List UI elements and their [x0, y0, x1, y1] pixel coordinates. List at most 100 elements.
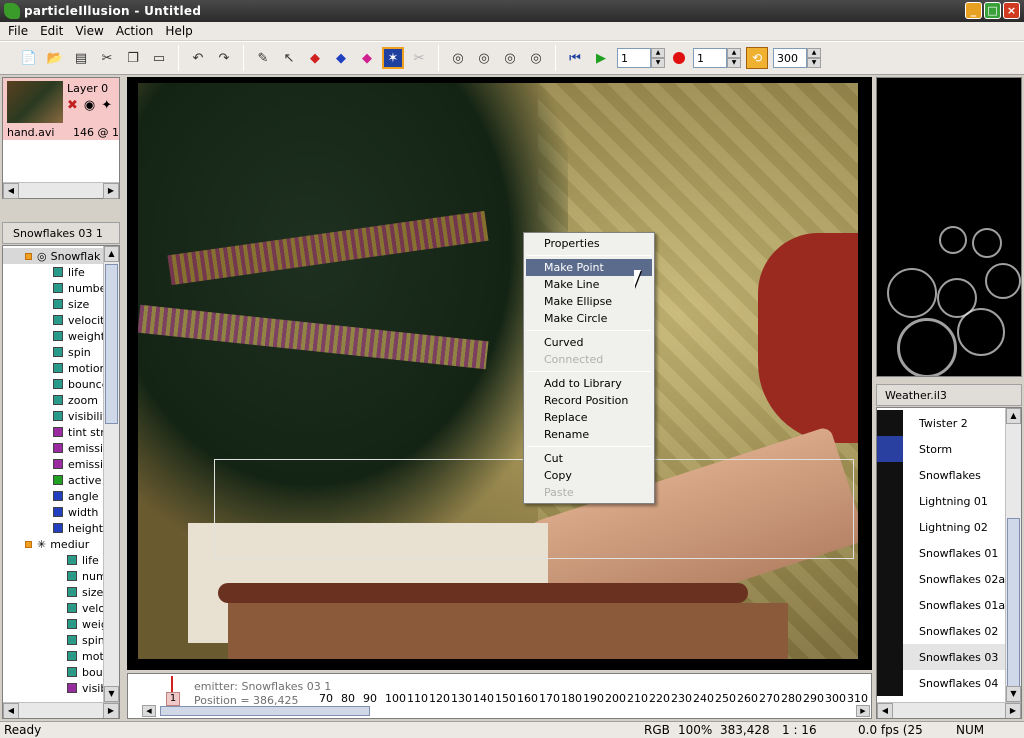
tree-item[interactable]: velo: [3, 600, 119, 616]
emitter-tree-vscroll[interactable]: ▲ ▼: [103, 246, 119, 718]
tree-item[interactable]: tint str: [3, 424, 119, 440]
record-icon[interactable]: [673, 52, 685, 64]
tree-item[interactable]: visibilit: [3, 408, 119, 424]
frame-start-spinner[interactable]: ▲▼: [617, 48, 665, 68]
tree-item[interactable]: weight: [3, 328, 119, 344]
menu-item-record-position[interactable]: Record Position: [526, 392, 652, 409]
menu-help[interactable]: Help: [159, 24, 198, 38]
nav-right-icon[interactable]: ◎: [525, 47, 547, 69]
save-icon[interactable]: ▤: [70, 47, 92, 69]
folder-icon[interactable]: [25, 252, 32, 260]
frame-end-input[interactable]: [773, 48, 807, 68]
paste-icon[interactable]: ▭: [148, 47, 170, 69]
library-item[interactable]: Snowflakes 01a: [877, 592, 1021, 618]
layer-target-icon[interactable]: ◉: [84, 98, 95, 113]
minimize-button[interactable]: _: [965, 2, 982, 19]
tree-item[interactable]: numbe: [3, 280, 119, 296]
pink-layer-icon[interactable]: ◆: [356, 47, 378, 69]
menu-item-copy[interactable]: Copy: [526, 467, 652, 484]
library-item[interactable]: Lightning 02: [877, 514, 1021, 540]
library-item[interactable]: Snowflakes 02: [877, 618, 1021, 644]
tree-item[interactable]: ◎ Snowflak: [3, 248, 119, 264]
tree-item[interactable]: size: [3, 584, 119, 600]
tree-item[interactable]: spin: [3, 344, 119, 360]
library-item[interactable]: Snowflakes 03: [877, 644, 1021, 670]
tree-item[interactable]: visib: [3, 680, 119, 696]
timeline[interactable]: 1 emitter: Snowflakes 03 1 Position = 38…: [127, 673, 872, 719]
menu-file[interactable]: File: [2, 24, 34, 38]
tree-item[interactable]: active: [3, 472, 119, 488]
blue-layer-icon[interactable]: ◆: [330, 47, 352, 69]
new-icon[interactable]: 📄: [18, 47, 40, 69]
layer-hscroll[interactable]: ◀ ▶: [3, 182, 119, 199]
menu-item-rename[interactable]: Rename: [526, 426, 652, 443]
tree-item[interactable]: weig: [3, 616, 119, 632]
tree-item[interactable]: emissi: [3, 440, 119, 456]
rewind-icon[interactable]: ⏮: [564, 47, 586, 69]
menu-item-curved[interactable]: Curved: [526, 334, 652, 351]
tree-item[interactable]: angle: [3, 488, 119, 504]
timeline-hscroll[interactable]: ◀ ▶: [142, 705, 870, 717]
library-hscroll[interactable]: ◀ ▶: [877, 702, 1021, 718]
tree-item[interactable]: num: [3, 568, 119, 584]
frame-current-spinner[interactable]: ▲▼: [693, 48, 741, 68]
tree-item[interactable]: spin: [3, 632, 119, 648]
tree-item[interactable]: motion: [3, 360, 119, 376]
nav-left-icon[interactable]: ◎: [447, 47, 469, 69]
tree-item[interactable]: bou: [3, 664, 119, 680]
cut-icon[interactable]: ✂: [96, 47, 118, 69]
open-icon[interactable]: 📂: [44, 47, 66, 69]
menu-item-cut[interactable]: Cut: [526, 450, 652, 467]
tree-item[interactable]: velocit: [3, 312, 119, 328]
layer-star-icon[interactable]: ✦: [101, 98, 112, 113]
frame-current-input[interactable]: [693, 48, 727, 68]
play-icon[interactable]: ▶: [590, 47, 612, 69]
library-item[interactable]: Lightning 01: [877, 488, 1021, 514]
library-item[interactable]: Snowflakes 01: [877, 540, 1021, 566]
nav-up-icon[interactable]: ◎: [473, 47, 495, 69]
copy-icon[interactable]: ❐: [122, 47, 144, 69]
tree-item[interactable]: life: [3, 264, 119, 280]
menu-item-make-circle[interactable]: Make Circle: [526, 310, 652, 327]
tree-item[interactable]: mot: [3, 648, 119, 664]
close-button[interactable]: ×: [1003, 2, 1020, 19]
stage-viewport[interactable]: [127, 77, 872, 670]
menu-view[interactable]: View: [69, 24, 109, 38]
frame-start-input[interactable]: [617, 48, 651, 68]
menu-item-add-to-library[interactable]: Add to Library: [526, 375, 652, 392]
library-item[interactable]: Snowflakes: [877, 462, 1021, 488]
folder-icon[interactable]: [25, 540, 32, 548]
pen-tool-icon[interactable]: ✎: [252, 47, 274, 69]
tree-item[interactable]: bounce: [3, 376, 119, 392]
tree-item[interactable]: height: [3, 520, 119, 536]
layer-mask-icon[interactable]: ✖: [67, 98, 78, 113]
library-vscroll[interactable]: ▲ ▼: [1005, 408, 1021, 718]
tree-item[interactable]: emissi: [3, 456, 119, 472]
select-tool-icon[interactable]: ↖: [278, 47, 300, 69]
emitter-tree-hscroll[interactable]: ◀ ▶: [3, 702, 119, 718]
undo-icon[interactable]: ↶: [187, 47, 209, 69]
menu-action[interactable]: Action: [110, 24, 160, 38]
nav-down-icon[interactable]: ◎: [499, 47, 521, 69]
tree-item[interactable]: width: [3, 504, 119, 520]
loop-icon[interactable]: ⟲: [746, 47, 768, 69]
menu-item-make-ellipse[interactable]: Make Ellipse: [526, 293, 652, 310]
video-frame[interactable]: [138, 83, 858, 659]
layer-row[interactable]: Layer 0 ✖ ◉ ✦ hand.avi 146 @ 1: [3, 78, 119, 140]
menu-item-properties[interactable]: Properties: [526, 235, 652, 252]
emitter-tool-icon[interactable]: ✶: [382, 47, 404, 69]
library-item[interactable]: Twister 2: [877, 410, 1021, 436]
maximize-button[interactable]: □: [984, 2, 1001, 19]
library-item[interactable]: Snowflakes 02a: [877, 566, 1021, 592]
tree-item[interactable]: ✳ mediur: [3, 536, 119, 552]
tree-item[interactable]: life: [3, 552, 119, 568]
tree-item[interactable]: zoom: [3, 392, 119, 408]
redo-icon[interactable]: ↷: [213, 47, 235, 69]
library-item[interactable]: Storm: [877, 436, 1021, 462]
menu-item-replace[interactable]: Replace: [526, 409, 652, 426]
menu-edit[interactable]: Edit: [34, 24, 69, 38]
red-layer-icon[interactable]: ◆: [304, 47, 326, 69]
tree-item[interactable]: size: [3, 296, 119, 312]
frame-end-spinner[interactable]: ▲▼: [773, 48, 821, 68]
library-item[interactable]: Snowflakes 04: [877, 670, 1021, 696]
